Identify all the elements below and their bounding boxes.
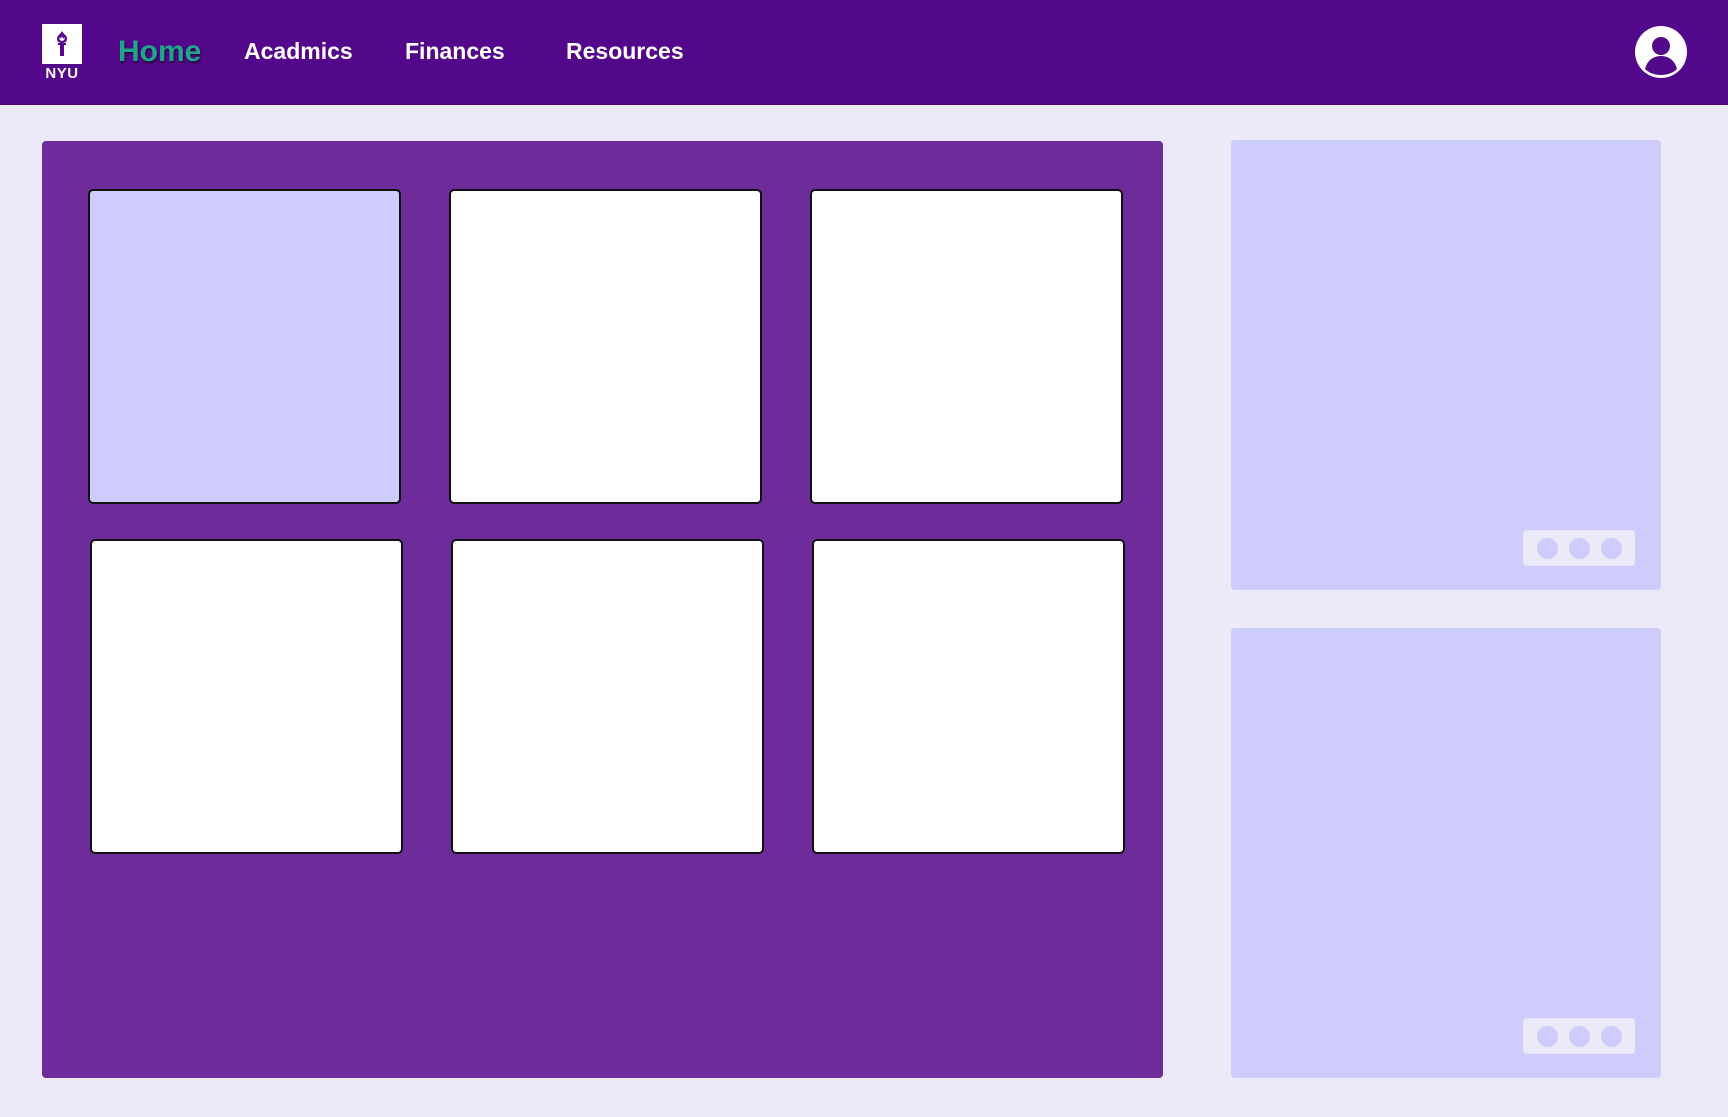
nyu-logo[interactable]: NYU [42, 24, 82, 82]
dashboard-tile-6[interactable] [812, 539, 1125, 854]
dot-icon [1568, 537, 1590, 559]
dashboard-tile-panel [42, 141, 1163, 1078]
dot-icon [1568, 1025, 1590, 1047]
logo-text: NYU [45, 65, 79, 82]
dot-icon [1600, 537, 1622, 559]
nav-resources[interactable]: Resources [566, 0, 684, 105]
dot-icon [1536, 537, 1558, 559]
more-horizontal-icon[interactable] [1523, 530, 1635, 566]
torch-icon [42, 24, 82, 64]
side-card-bottom [1231, 628, 1661, 1078]
more-horizontal-icon[interactable] [1523, 1018, 1635, 1054]
user-profile-icon[interactable] [1634, 25, 1688, 79]
dashboard-tile-5[interactable] [451, 539, 764, 854]
dashboard-tile-2[interactable] [449, 189, 762, 504]
nav-home[interactable]: Home [118, 0, 201, 105]
nav-academics[interactable]: Acadmics [244, 0, 353, 105]
top-navigation-bar: NYU Home Acadmics Finances Resources [0, 0, 1728, 105]
dashboard-tile-3[interactable] [810, 189, 1123, 504]
side-card-top [1231, 140, 1661, 590]
nav-finances[interactable]: Finances [405, 0, 505, 105]
dot-icon [1536, 1025, 1558, 1047]
dot-icon [1600, 1025, 1622, 1047]
dashboard-tile-4[interactable] [90, 539, 403, 854]
dashboard-tile-1[interactable] [88, 189, 401, 504]
